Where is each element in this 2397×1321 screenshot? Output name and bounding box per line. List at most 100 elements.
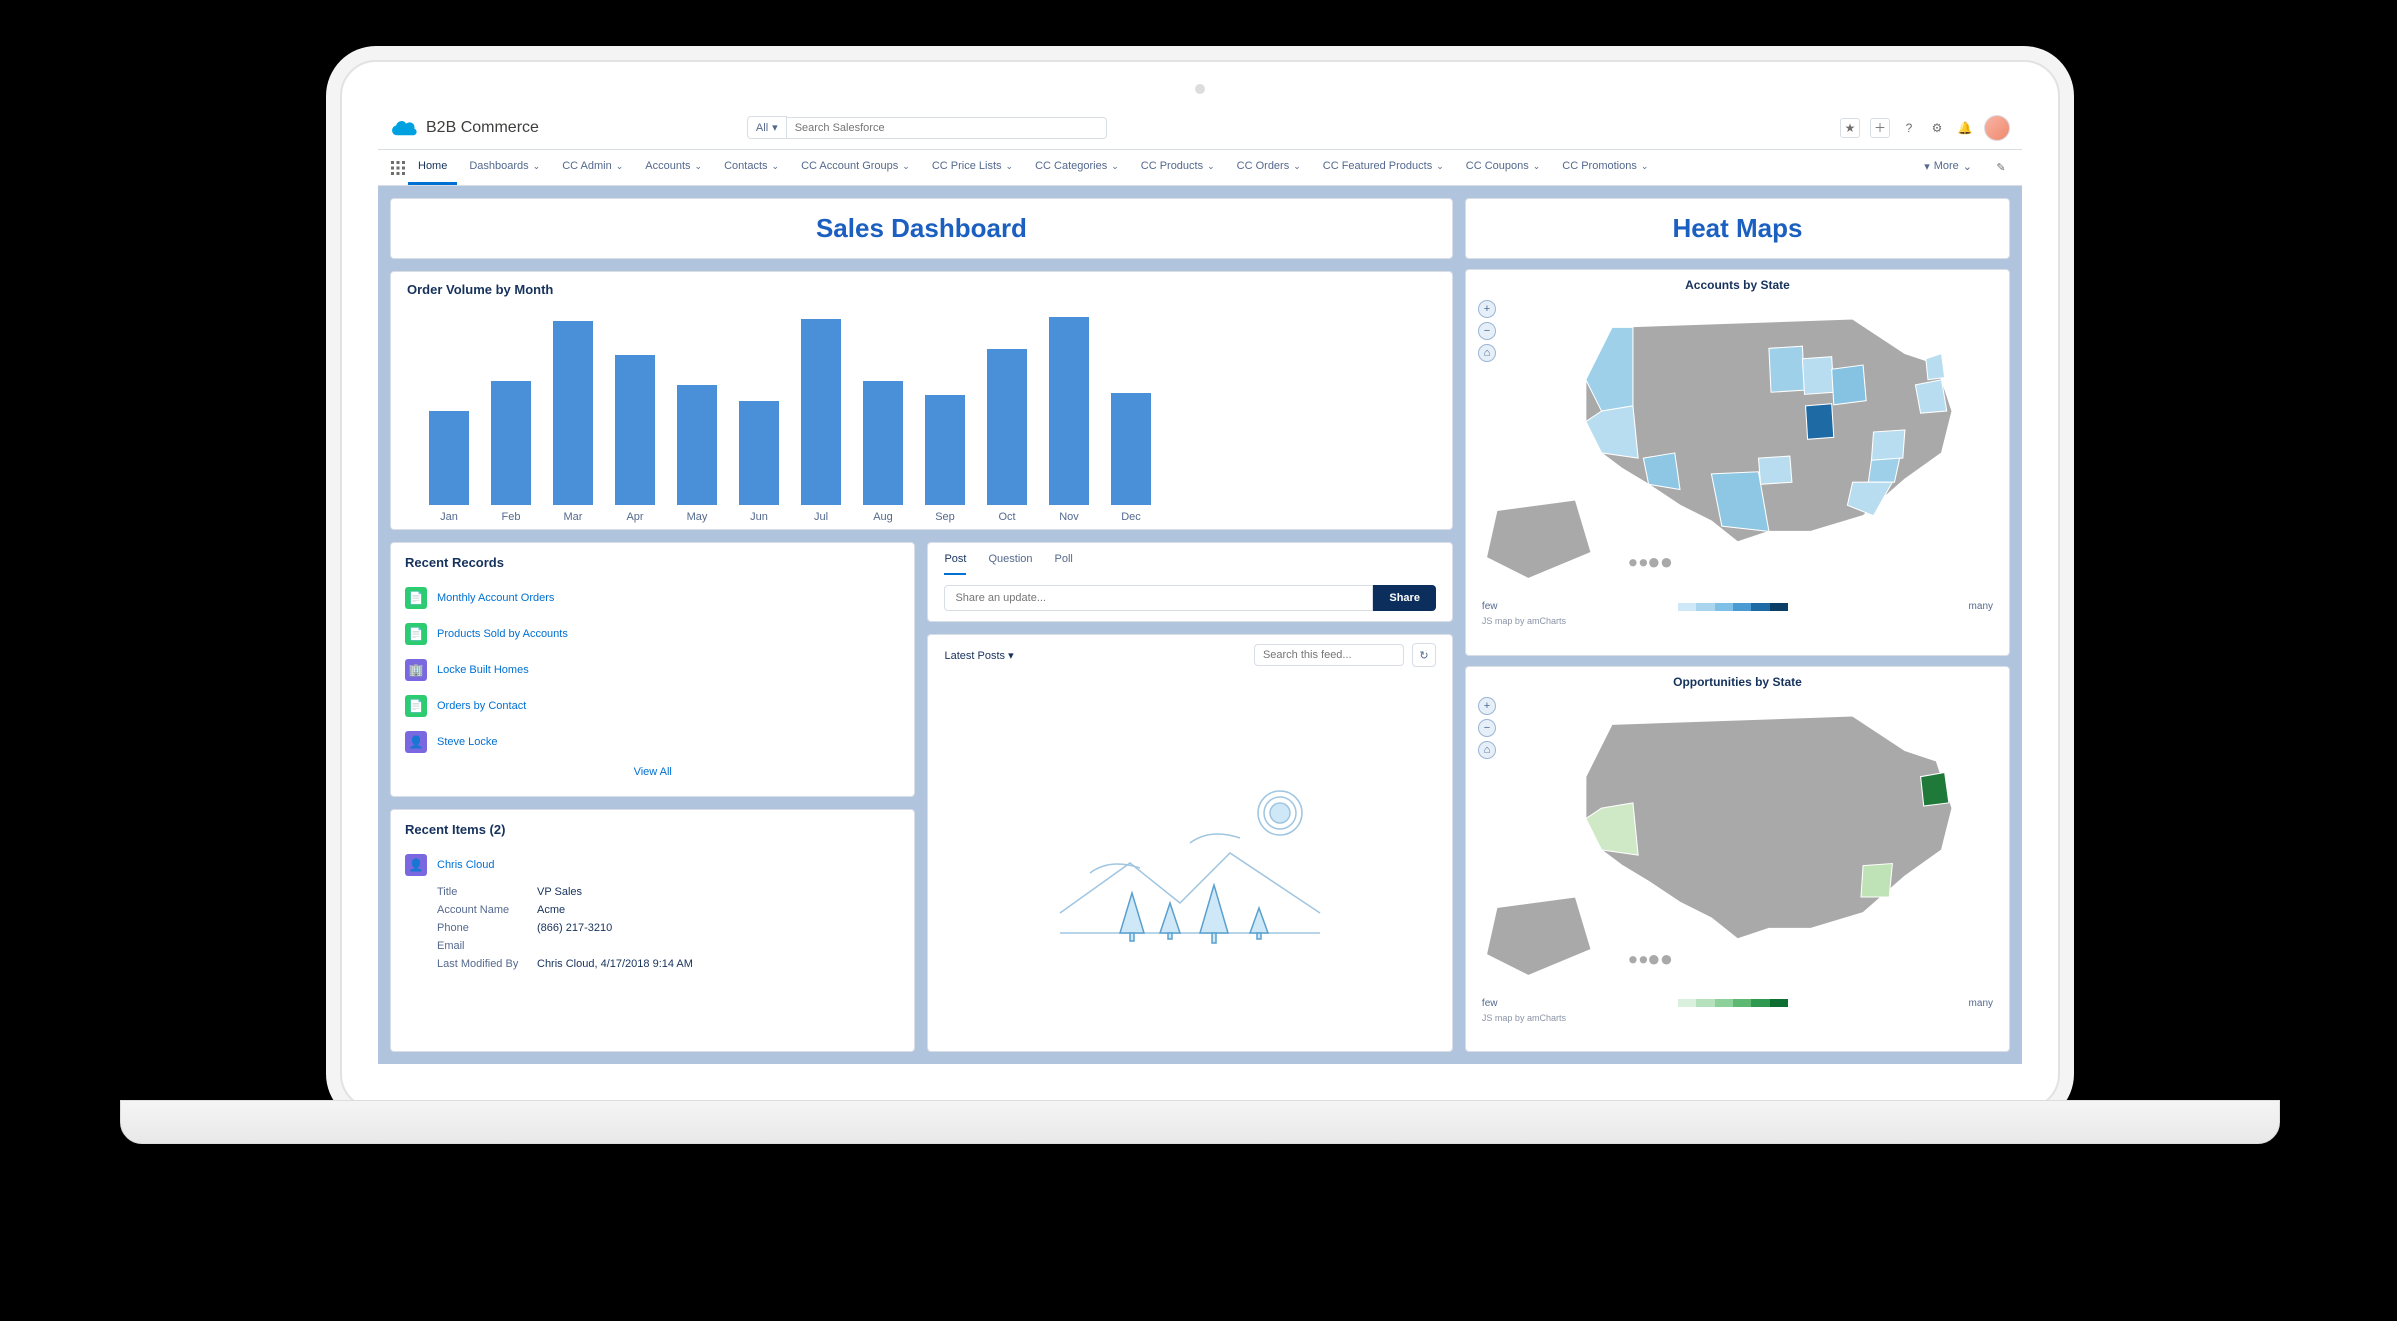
xaxis-label: Nov [1049,511,1089,523]
sales-dashboard-title: Sales Dashboard [391,199,1452,258]
recent-records-title: Recent Records [405,555,900,570]
map2-credit: JS map by amCharts [1476,1011,1999,1025]
global-search: All▾ [747,116,1107,139]
bar-chart-xaxis: JanFebMarAprMayJunJulAugSepOctNovDec [407,505,1436,523]
nav-dashboards[interactable]: Dashboards⌄ [459,150,550,185]
recent-record-item[interactable]: 📄 Orders by Contact [405,688,900,724]
notifications-icon[interactable]: 🔔 [1956,119,1974,137]
detail-row: Last Modified ByChris Cloud, 4/17/2018 9… [437,955,900,973]
recent-record-link[interactable]: Orders by Contact [437,700,526,712]
bar-May [677,385,717,505]
report-icon: 📄 [405,623,427,645]
detail-value: (866) 217-3210 [537,922,612,934]
accounts-us-map[interactable] [1476,296,1999,599]
report-icon: 📄 [405,587,427,609]
feed-tab-post[interactable]: Post [944,553,966,575]
recent-record-item[interactable]: 📄 Monthly Account Orders [405,580,900,616]
nav-cc-account-groups[interactable]: CC Account Groups⌄ [791,150,920,185]
xaxis-label: Jul [801,511,841,523]
chart-title: Order Volume by Month [407,282,1436,297]
bar-Dec [1111,393,1151,505]
xaxis-label: Aug [863,511,903,523]
nav-edit-icon[interactable]: ✎ [1992,159,2010,177]
setup-gear-icon[interactable]: ⚙ [1928,119,1946,137]
nav-cc-categories[interactable]: CC Categories⌄ [1025,150,1129,185]
heat-maps-title: Heat Maps [1466,199,2009,258]
nav-more[interactable]: ▾ More ⌄ [1914,160,1982,176]
xaxis-label: Feb [491,511,531,523]
nav-contacts[interactable]: Contacts⌄ [714,150,789,185]
feed-tab-question[interactable]: Question [988,553,1032,575]
empty-feed-illustration [928,675,1451,1051]
detail-value: Acme [537,904,565,916]
detail-label: Phone [437,922,537,934]
feed-tab-poll[interactable]: Poll [1055,553,1073,575]
search-scope-dropdown[interactable]: All▾ [747,116,787,139]
search-input[interactable] [787,117,1107,139]
detail-row: Phone(866) 217-3210 [437,919,900,937]
refresh-feed-icon[interactable]: ↻ [1412,643,1436,667]
bar-Aug [863,381,903,505]
latest-posts-dropdown[interactable]: Latest Posts ▾ [944,649,1013,662]
bar-Mar [553,321,593,505]
app-launcher-icon[interactable] [390,160,406,176]
xaxis-label: Jan [429,511,469,523]
recent-record-link[interactable]: Steve Locke [437,736,498,748]
detail-label: Last Modified By [437,958,537,970]
nav-cc-orders[interactable]: CC Orders⌄ [1227,150,1311,185]
recent-record-link[interactable]: Monthly Account Orders [437,592,554,604]
order-volume-chart-card: Order Volume by Month JanFebMarAprMayJun… [390,271,1453,530]
recent-record-item[interactable]: 📄 Products Sold by Accounts [405,616,900,652]
bar-Feb [491,381,531,505]
nav-home[interactable]: Home [408,150,457,185]
recent-record-link[interactable]: Products Sold by Accounts [437,628,568,640]
nav-cc-featured-products[interactable]: CC Featured Products⌄ [1313,150,1454,185]
recent-item-link[interactable]: Chris Cloud [437,859,494,871]
add-icon[interactable]: ＋ [1870,118,1890,138]
map-home-icon[interactable]: ⌂ [1478,344,1496,362]
bar-Jun [739,401,779,505]
app-name: B2B Commerce [426,119,539,137]
share-update-input[interactable] [944,585,1373,611]
view-all-link[interactable]: View All [405,760,900,784]
legend2-low-label: few [1482,998,1498,1009]
feed-panel: Latest Posts ▾ ↻ [927,634,1452,1052]
global-header: B2B Commerce All▾ ★ ＋ ? ⚙ 🔔 [378,106,2022,150]
opportunities-us-map[interactable] [1476,693,1999,996]
share-button[interactable]: Share [1373,585,1436,611]
user-avatar[interactable] [1984,115,2010,141]
help-icon[interactable]: ? [1900,119,1918,137]
map2-zoom-out-icon[interactable]: − [1478,719,1496,737]
nav-cc-promotions[interactable]: CC Promotions⌄ [1552,150,1658,185]
feed-composer-panel: Post Question Poll Share [927,542,1452,622]
report-icon: 📄 [405,695,427,717]
accounts-map-title: Accounts by State [1476,278,1999,292]
detail-label: Account Name [437,904,537,916]
nav-cc-admin[interactable]: CC Admin⌄ [552,150,633,185]
map2-home-icon[interactable]: ⌂ [1478,741,1496,759]
recent-record-link[interactable]: Locke Built Homes [437,664,529,676]
nav-cc-coupons[interactable]: CC Coupons⌄ [1456,150,1551,185]
detail-row: Account NameAcme [437,901,900,919]
accounts-by-state-map-card: Accounts by State + − ⌂ [1465,269,2010,656]
account-icon: 🏢 [405,659,427,681]
bar-Sep [925,395,965,505]
detail-row: Email [437,937,900,955]
nav-cc-products[interactable]: CC Products⌄ [1131,150,1225,185]
contact-icon: 👤 [405,854,427,876]
map-zoom-out-icon[interactable]: − [1478,322,1496,340]
bar-Jan [429,411,469,505]
map-credit: JS map by amCharts [1476,614,1999,628]
map-zoom-in-icon[interactable]: + [1478,300,1496,318]
nav-accounts[interactable]: Accounts⌄ [635,150,712,185]
legend-low-label: few [1482,601,1498,612]
bar-Apr [615,355,655,505]
xaxis-label: Oct [987,511,1027,523]
map2-zoom-in-icon[interactable]: + [1478,697,1496,715]
favorites-icon[interactable]: ★ [1840,118,1860,138]
feed-search-input[interactable] [1254,644,1404,666]
recent-record-item[interactable]: 🏢 Locke Built Homes [405,652,900,688]
xaxis-label: Jun [739,511,779,523]
recent-record-item[interactable]: 👤Steve Locke [405,724,900,760]
nav-cc-price-lists[interactable]: CC Price Lists⌄ [922,150,1023,185]
